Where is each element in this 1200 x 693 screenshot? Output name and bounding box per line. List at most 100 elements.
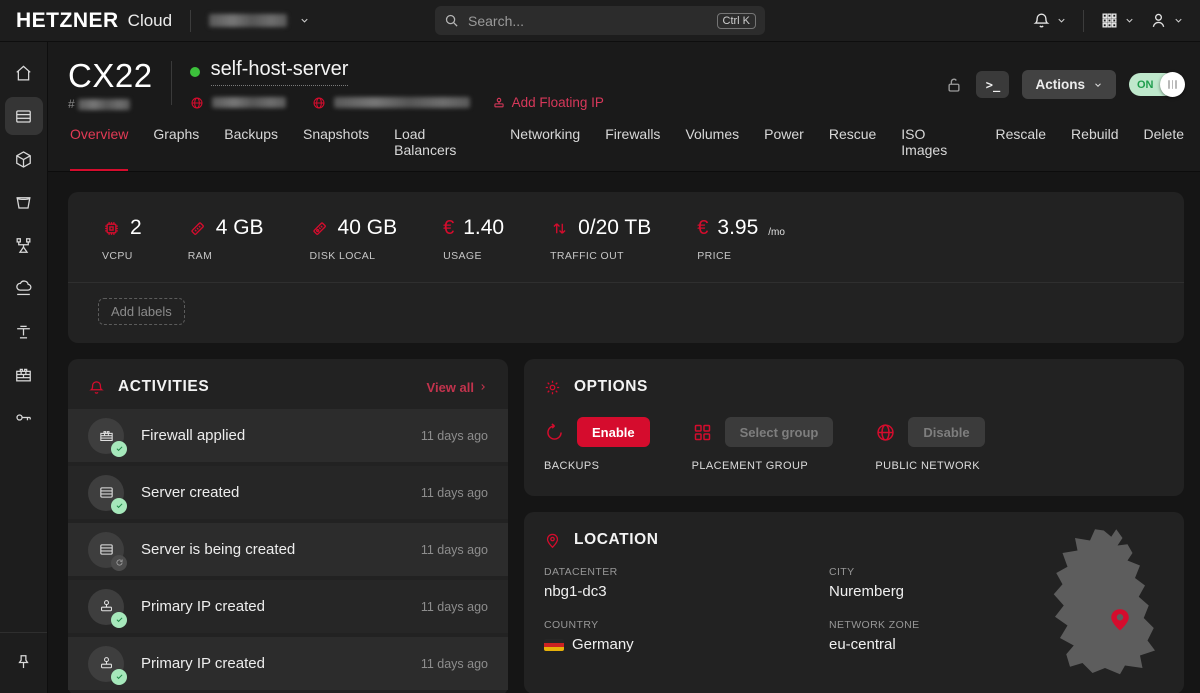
activity-label: Server created xyxy=(141,484,239,501)
option-public-network: Disable PUBLIC NETWORK xyxy=(875,417,984,472)
placement-group-icon xyxy=(692,422,713,443)
view-all-label: View all xyxy=(427,380,474,395)
load-balancers-icon xyxy=(14,279,33,298)
images-icon xyxy=(14,150,33,169)
sidebar-item-servers[interactable] xyxy=(5,97,43,135)
tab-power[interactable]: Power xyxy=(764,126,804,171)
refresh-icon xyxy=(115,558,124,567)
security-key-icon xyxy=(14,408,33,427)
stat-usage: € 1.40 USAGE xyxy=(443,216,504,262)
project-selector[interactable] xyxy=(209,14,310,27)
check-icon xyxy=(115,615,124,624)
divider xyxy=(1083,10,1084,32)
server-id: # xyxy=(68,97,153,111)
power-toggle[interactable]: ON xyxy=(1129,73,1176,96)
activity-time: 11 days ago xyxy=(421,543,488,557)
tab-overview[interactable]: Overview xyxy=(70,126,128,171)
activity-avatar xyxy=(88,418,124,454)
server-header: CX22 # self-host-server xyxy=(48,42,1200,172)
activity-avatar xyxy=(88,646,124,682)
project-name-redacted xyxy=(209,14,287,27)
activity-row: Server is being created 11 days ago xyxy=(68,523,508,576)
tab-backups[interactable]: Backups xyxy=(224,126,278,171)
euro-icon: € xyxy=(443,219,454,238)
globe-icon xyxy=(190,96,204,110)
sidebar-item-storage[interactable] xyxy=(5,183,43,221)
sidebar xyxy=(0,42,48,693)
option-placement-group: Select group PLACEMENT GROUP xyxy=(692,417,834,472)
firewalls-icon xyxy=(14,365,33,384)
actions-button[interactable]: Actions xyxy=(1022,70,1116,99)
stat-label: VCPU xyxy=(102,250,142,262)
enable-backups-button[interactable]: Enable xyxy=(577,417,650,447)
activity-avatar xyxy=(88,475,124,511)
floating-ips-icon xyxy=(14,322,33,341)
activity-row: Firewall applied 11 days ago xyxy=(68,409,508,462)
stat-value: 0/20 TB xyxy=(578,216,651,240)
notifications-button[interactable] xyxy=(1032,11,1067,30)
activity-row: Server created 11 days ago xyxy=(68,466,508,519)
unlock-icon[interactable] xyxy=(945,76,963,94)
pending-badge xyxy=(111,555,127,571)
bell-icon xyxy=(1032,11,1051,30)
sidebar-item-images[interactable] xyxy=(5,140,43,178)
tab-rescale[interactable]: Rescale xyxy=(995,126,1046,171)
disable-public-network-button[interactable]: Disable xyxy=(908,417,984,447)
cpu-icon xyxy=(102,219,121,238)
server-name-editable[interactable]: self-host-server xyxy=(211,58,349,86)
server-icon xyxy=(98,484,115,501)
activities-card: ACTIVITIES View all Firewall applied 11 … xyxy=(68,359,508,693)
field-datacenter: DATACENTER nbg1-dc3 xyxy=(544,566,829,600)
server-tabs: Overview Graphs Backups Snapshots Load B… xyxy=(68,126,1184,171)
stat-vcpu: 2 VCPU xyxy=(102,216,142,262)
stat-label: TRAFFIC OUT xyxy=(550,250,651,262)
select-group-button[interactable]: Select group xyxy=(725,417,834,447)
tab-iso-images[interactable]: ISO Images xyxy=(901,126,970,171)
tab-graphs[interactable]: Graphs xyxy=(153,126,199,171)
tab-volumes[interactable]: Volumes xyxy=(685,126,739,171)
globe-icon xyxy=(875,422,896,443)
tab-load-balancers[interactable]: Load Balancers xyxy=(394,126,485,171)
view-all-link[interactable]: View all xyxy=(427,380,488,395)
option-backups: Enable BACKUPS xyxy=(544,417,650,472)
sidebar-item-floating-ips[interactable] xyxy=(5,312,43,350)
euro-icon: € xyxy=(697,219,708,238)
search-shortcut: Ctrl K xyxy=(717,13,757,29)
tab-delete[interactable]: Delete xyxy=(1144,126,1184,171)
activity-avatar xyxy=(88,589,124,625)
sidebar-item-networks[interactable] xyxy=(5,226,43,264)
product-name: Cloud xyxy=(128,11,172,31)
home-icon xyxy=(14,64,33,83)
stat-label: PRICE xyxy=(697,250,785,262)
success-badge xyxy=(111,612,127,628)
gear-icon xyxy=(544,379,561,396)
tab-networking[interactable]: Networking xyxy=(510,126,580,171)
globe-icon xyxy=(312,96,326,110)
account-menu-button[interactable] xyxy=(1149,11,1184,30)
sidebar-item-firewalls[interactable] xyxy=(5,355,43,393)
stat-label: USAGE xyxy=(443,250,504,262)
activity-time: 11 days ago xyxy=(421,657,488,671)
tab-rebuild[interactable]: Rebuild xyxy=(1071,126,1118,171)
add-labels-button[interactable]: Add labels xyxy=(98,298,185,325)
tab-rescue[interactable]: Rescue xyxy=(829,126,876,171)
stat-value: 2 xyxy=(130,216,142,240)
bell-icon xyxy=(88,379,105,396)
sidebar-item-security[interactable] xyxy=(5,398,43,436)
search-input[interactable]: Search... Ctrl K xyxy=(435,6,765,35)
germany-map xyxy=(1045,524,1170,682)
ram-icon xyxy=(188,219,207,238)
tab-firewalls[interactable]: Firewalls xyxy=(605,126,660,171)
sidebar-item-load-balancers[interactable] xyxy=(5,269,43,307)
tab-snapshots[interactable]: Snapshots xyxy=(303,126,369,171)
add-floating-ip-link[interactable]: Add Floating IP xyxy=(492,95,604,110)
germany-silhouette xyxy=(1054,529,1155,674)
apps-menu-button[interactable] xyxy=(1100,11,1135,30)
console-button[interactable]: >_ xyxy=(976,71,1009,98)
search-icon xyxy=(444,13,459,28)
chevron-down-icon xyxy=(1093,80,1103,90)
pin-sidebar-button[interactable] xyxy=(5,643,43,681)
sidebar-item-home[interactable] xyxy=(5,54,43,92)
divider xyxy=(171,61,172,105)
search-placeholder: Search... xyxy=(468,13,524,29)
